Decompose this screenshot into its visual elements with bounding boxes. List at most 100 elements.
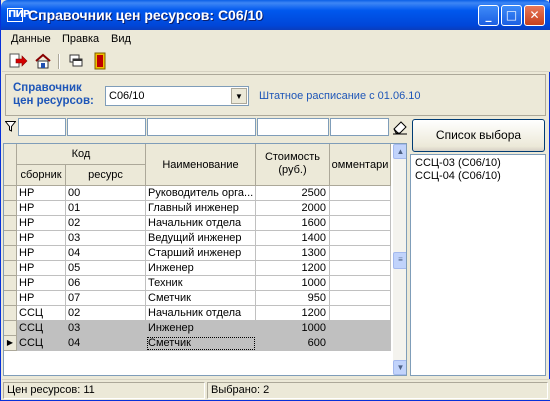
cost-cell[interactable]: 1200 <box>256 261 330 276</box>
table-row[interactable]: НР 03 Ведущий инженер 1400 <box>4 231 391 246</box>
row-indicator[interactable] <box>4 186 17 201</box>
name-cell[interactable]: Руководитель орга... <box>146 186 256 201</box>
row-indicator[interactable] <box>4 276 17 291</box>
filter-cost-input[interactable] <box>257 118 329 136</box>
name-cell[interactable]: Инженер <box>146 321 256 336</box>
pick-list-item[interactable]: ССЦ-03 (С06/10) <box>415 157 501 169</box>
cost-cell[interactable]: 950 <box>256 291 330 306</box>
cost-cell[interactable]: 1600 <box>256 216 330 231</box>
maximize-button[interactable]: □ <box>501 5 522 26</box>
row-indicator[interactable] <box>4 246 17 261</box>
collection-cell[interactable]: НР <box>17 261 66 276</box>
filter-comment-input[interactable] <box>330 118 389 136</box>
pick-list[interactable]: ССЦ-03 (С06/10) ССЦ-04 (С06/10) <box>410 154 546 376</box>
name-cell[interactable]: Сметчик <box>146 336 256 351</box>
cost-cell[interactable]: 1200 <box>256 306 330 321</box>
table-row[interactable]: НР 05 Инженер 1200 <box>4 261 391 276</box>
comment-cell[interactable] <box>330 261 391 276</box>
exit-door-icon[interactable] <box>90 52 110 70</box>
comment-cell[interactable] <box>330 231 391 246</box>
menu-data[interactable]: Данные <box>11 33 51 45</box>
filter-resource-input[interactable] <box>67 118 146 136</box>
resource-cell[interactable]: 07 <box>66 291 146 306</box>
collection-cell[interactable]: НР <box>17 276 66 291</box>
table-row[interactable]: НР 02 Начальник отдела 1600 <box>4 216 391 231</box>
resource-cell[interactable]: 00 <box>66 186 146 201</box>
row-indicator[interactable] <box>4 321 17 336</box>
name-cell[interactable]: Главный инженер <box>146 201 256 216</box>
row-indicator[interactable] <box>4 231 17 246</box>
house-save-icon[interactable] <box>33 52 53 70</box>
comment-cell[interactable] <box>330 201 391 216</box>
resource-cell[interactable]: 05 <box>66 261 146 276</box>
comment-cell[interactable] <box>330 186 391 201</box>
comments-column-header[interactable]: омментари <box>330 144 391 186</box>
resource-cell[interactable]: 02 <box>66 216 146 231</box>
pick-list-button[interactable]: Список выбора <box>412 119 545 152</box>
cost-cell[interactable]: 1000 <box>256 276 330 291</box>
cost-cell[interactable]: 1000 <box>256 321 330 336</box>
table-row[interactable]: ▶ ССЦ 04 Сметчик 600 <box>4 336 391 351</box>
comment-cell[interactable] <box>330 336 391 351</box>
name-column-header[interactable]: Наименование <box>146 144 256 186</box>
chevron-down-icon[interactable]: ▼ <box>231 88 247 104</box>
table-row[interactable]: ССЦ 03 Инженер 1000 <box>4 321 391 336</box>
collection-cell[interactable]: НР <box>17 246 66 261</box>
comment-cell[interactable] <box>330 291 391 306</box>
resource-column-header[interactable]: ресурс <box>66 165 146 186</box>
filter-collection-input[interactable] <box>18 118 66 136</box>
row-indicator[interactable] <box>4 216 17 231</box>
price-directory-select[interactable]: С06/10 ▼ <box>105 86 249 106</box>
grid-vertical-scrollbar[interactable]: ▲ ≡ ▼ <box>393 144 406 375</box>
close-button[interactable]: ✕ <box>524 5 545 26</box>
filter-name-input[interactable] <box>147 118 256 136</box>
table-row[interactable]: НР 04 Старший инженер 1300 <box>4 246 391 261</box>
resource-cell[interactable]: 04 <box>66 246 146 261</box>
collection-cell[interactable]: НР <box>17 186 66 201</box>
comment-cell[interactable] <box>330 246 391 261</box>
menu-view[interactable]: Вид <box>111 33 131 45</box>
name-cell[interactable]: Старший инженер <box>146 246 256 261</box>
scroll-down-arrow-icon[interactable]: ▼ <box>393 360 406 375</box>
table-row[interactable]: ССЦ 02 Начальник отдела 1200 <box>4 306 391 321</box>
comment-cell[interactable] <box>330 306 391 321</box>
scroll-up-arrow-icon[interactable]: ▲ <box>393 144 406 159</box>
resource-cell[interactable]: 06 <box>66 276 146 291</box>
row-indicator[interactable] <box>4 291 17 306</box>
cost-cell[interactable]: 600 <box>256 336 330 351</box>
collection-cell[interactable]: ССЦ <box>17 336 66 351</box>
cost-cell[interactable]: 1300 <box>256 246 330 261</box>
table-row[interactable]: НР 06 Техник 1000 <box>4 276 391 291</box>
table-row[interactable]: НР 00 Руководитель орга... 2500 <box>4 186 391 201</box>
row-indicator[interactable] <box>4 201 17 216</box>
resource-cell[interactable]: 01 <box>66 201 146 216</box>
name-cell[interactable]: Начальник отдела <box>146 216 256 231</box>
name-cell[interactable]: Сметчик <box>146 291 256 306</box>
scroll-thumb[interactable]: ≡ <box>393 252 406 269</box>
collection-cell[interactable]: НР <box>17 216 66 231</box>
resource-cell[interactable]: 03 <box>66 321 146 336</box>
collection-cell[interactable]: ССЦ <box>17 306 66 321</box>
comment-cell[interactable] <box>330 216 391 231</box>
name-cell[interactable]: Инженер <box>146 261 256 276</box>
collection-cell[interactable]: НР <box>17 201 66 216</box>
name-cell[interactable]: Ведущий инженер <box>146 231 256 246</box>
resource-cell[interactable]: 02 <box>66 306 146 321</box>
name-cell[interactable]: Начальник отдела <box>146 306 256 321</box>
collection-cell[interactable]: НР <box>17 291 66 306</box>
cost-cell[interactable]: 2500 <box>256 186 330 201</box>
minimize-button[interactable]: _ <box>478 5 499 26</box>
title-bar[interactable]: ПИР Справочник цен ресурсов: С06/10 _ □ … <box>1 0 550 30</box>
pick-list-item[interactable]: ССЦ-04 (С06/10) <box>415 170 501 182</box>
current-row-arrow-icon[interactable]: ▶ <box>4 336 17 351</box>
cost-cell[interactable]: 2000 <box>256 201 330 216</box>
row-indicator[interactable] <box>4 306 17 321</box>
name-cell[interactable]: Техник <box>146 276 256 291</box>
clear-filter-eraser-icon[interactable] <box>391 118 409 136</box>
collection-cell[interactable]: НР <box>17 231 66 246</box>
collection-cell[interactable]: ССЦ <box>17 321 66 336</box>
collection-column-header[interactable]: сборник <box>17 165 66 186</box>
menu-edit[interactable]: Правка <box>62 33 99 45</box>
cost-column-header[interactable]: Стоимость (руб.) <box>256 144 330 186</box>
comment-cell[interactable] <box>330 276 391 291</box>
